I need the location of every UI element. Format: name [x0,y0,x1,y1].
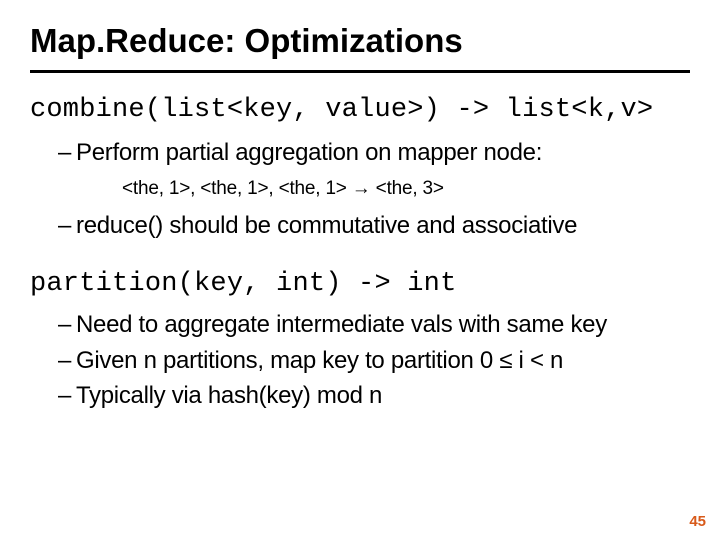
partition-bullet-3: –Typically via hash(key) mod n [58,380,690,411]
arrow-icon: → [352,178,371,199]
combine-example: <the, 1>, <the, 1>, <the, 1> → <the, 3> [122,178,690,200]
slide-title: Map.Reduce: Optimizations [0,0,720,70]
bullet-text: Perform partial aggregation on mapper no… [76,139,542,166]
page-number: 45 [689,513,706,530]
bullet-text: Typically via hash(key) mod n [76,382,382,409]
bullet-text: Need to aggregate intermediate vals with… [76,311,607,338]
partition-bullets: –Need to aggregate intermediate vals wit… [30,309,690,411]
combine-bullet-1: –Perform partial aggregation on mapper n… [58,137,690,168]
partition-bullet-2: –Given n partitions, map key to partitio… [58,345,690,376]
slide: Map.Reduce: Optimizations combine(list<k… [0,0,720,540]
dash-icon: – [58,380,76,411]
partition-bullet-1: –Need to aggregate intermediate vals wit… [58,309,690,340]
example-right: <the, 3> [371,178,444,199]
bullet-text: reduce() should be commutative and assoc… [76,212,577,239]
dash-icon: – [58,137,76,168]
partition-signature: partition(key, int) -> int [30,269,690,299]
dash-icon: – [58,309,76,340]
combine-bullet-2: –reduce() should be commutative and asso… [58,210,690,241]
bullet-text: Given n partitions, map key to partition… [76,347,563,374]
example-left: <the, 1>, <the, 1>, <the, 1> [122,178,352,199]
dash-icon: – [58,210,76,241]
slide-content: combine(list<key, value>) -> list<k,v> –… [0,73,720,411]
dash-icon: – [58,345,76,376]
combine-signature: combine(list<key, value>) -> list<k,v> [30,95,690,125]
